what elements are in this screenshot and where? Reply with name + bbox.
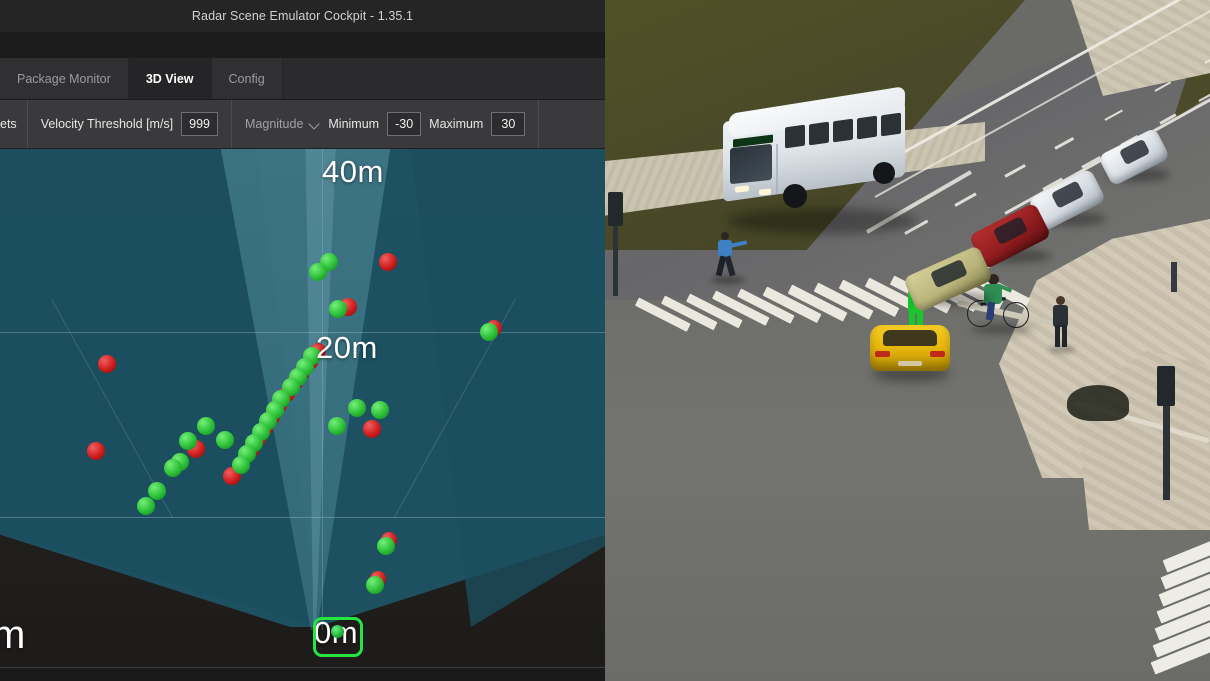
clipped-targets-label: ets bbox=[0, 117, 17, 131]
toolbar-group-velocity: Velocity Threshold [m/s] 999 bbox=[28, 100, 233, 148]
window-footer bbox=[0, 667, 605, 681]
yellow-car-taillight bbox=[930, 351, 945, 357]
radar-detection-point bbox=[232, 456, 250, 474]
pedestrian-right-torso bbox=[1053, 305, 1068, 327]
tab-bar: Package Monitor 3D View Config bbox=[0, 58, 605, 100]
simulation-3d-render[interactable] bbox=[605, 0, 1210, 681]
radar-detection-point bbox=[371, 401, 389, 419]
radar-range-label: 20m bbox=[316, 330, 378, 365]
yellow-car-taillight bbox=[875, 351, 890, 357]
radar-detection-point bbox=[216, 431, 234, 449]
radar-3d-viewport[interactable]: 40m20m0mm bbox=[0, 149, 605, 681]
radar-detection-point bbox=[377, 537, 395, 555]
bus-windshield bbox=[730, 143, 772, 185]
bicycle-wheel-front bbox=[1003, 302, 1029, 328]
toolbar-group-magnitude: Magnitude Minimum -30 Maximum 30 bbox=[232, 100, 540, 148]
tab-3d-view-label: 3D View bbox=[145, 71, 194, 86]
bus-wheel bbox=[873, 162, 895, 184]
minimum-input[interactable]: -30 bbox=[387, 112, 422, 136]
traffic-light-right-head bbox=[1157, 366, 1175, 406]
radar-detection-point bbox=[480, 323, 498, 341]
radar-detection-point bbox=[348, 399, 366, 417]
radar-center-axis bbox=[322, 149, 323, 630]
radar-range-label: m bbox=[0, 613, 26, 657]
radar-detection-point bbox=[366, 576, 384, 594]
bus-shadow bbox=[727, 208, 917, 234]
radar-detection-point bbox=[98, 355, 116, 373]
bus-headlight bbox=[759, 188, 771, 196]
radar-detection-point bbox=[309, 263, 327, 281]
bus-window bbox=[785, 124, 805, 149]
tab-package-monitor-label: Package Monitor bbox=[17, 71, 111, 86]
chevron-down-icon bbox=[309, 119, 320, 130]
yellow-car-rear-window bbox=[883, 330, 937, 346]
bus-window bbox=[881, 112, 901, 136]
bus-window bbox=[833, 118, 853, 143]
radar-detection-point bbox=[179, 432, 197, 450]
range-ring-20m bbox=[0, 517, 605, 518]
traffic-light-left-head bbox=[608, 192, 623, 226]
bus-window bbox=[809, 121, 829, 146]
radar-cockpit-window: Radar Scene Emulator Cockpit - 1.35.1 Pa… bbox=[0, 0, 605, 681]
tab-config-label: Config bbox=[228, 71, 265, 86]
magnitude-select[interactable]: Magnitude bbox=[245, 117, 320, 131]
menu-strip bbox=[0, 33, 605, 58]
tab-package-monitor[interactable]: Package Monitor bbox=[0, 58, 129, 99]
pedestrian-right-leg bbox=[1062, 325, 1067, 347]
maximum-input[interactable]: 30 bbox=[491, 112, 526, 136]
radar-detection-point bbox=[329, 300, 347, 318]
control-toolbar: ets Velocity Threshold [m/s] 999 Magnitu… bbox=[0, 100, 605, 149]
velocity-threshold-input[interactable]: 999 bbox=[181, 112, 219, 136]
bus-window bbox=[857, 115, 877, 140]
range-ring-40m bbox=[0, 332, 605, 333]
toolbar-group-clipped: ets bbox=[0, 100, 28, 148]
title-bar: Radar Scene Emulator Cockpit - 1.35.1 bbox=[0, 0, 605, 33]
pedestrian-right-leg bbox=[1055, 325, 1060, 347]
street-pole bbox=[1171, 262, 1177, 292]
tab-config[interactable]: Config bbox=[211, 58, 283, 99]
radar-detection-point bbox=[137, 497, 155, 515]
pedestrian-head bbox=[721, 232, 729, 240]
radar-detection-point bbox=[363, 420, 381, 438]
minimum-label: Minimum bbox=[328, 117, 380, 131]
corner-vegetation bbox=[1067, 385, 1129, 421]
radar-detection-point bbox=[379, 253, 397, 271]
radar-range-label: 40m bbox=[322, 154, 384, 189]
radar-detection-point bbox=[87, 442, 105, 460]
radar-detection-point bbox=[328, 417, 346, 435]
bus-door-seam bbox=[776, 143, 778, 195]
magnitude-select-label: Magnitude bbox=[245, 117, 304, 131]
yellow-car-plate bbox=[898, 361, 922, 366]
ego-vehicle-dot bbox=[331, 625, 344, 638]
radar-detection-point bbox=[197, 417, 215, 435]
bus-wheel bbox=[783, 184, 807, 208]
pedestrian-shadow bbox=[711, 276, 745, 284]
toolbar-filler bbox=[539, 100, 605, 148]
tab-3d-view[interactable]: 3D View bbox=[128, 58, 212, 99]
application-root: Radar Scene Emulator Cockpit - 1.35.1 Pa… bbox=[0, 0, 1210, 681]
maximum-label: Maximum bbox=[429, 117, 484, 131]
radar-detection-point bbox=[148, 482, 166, 500]
radar-detection-point bbox=[164, 459, 182, 477]
pedestrian-right-shadow bbox=[1049, 346, 1075, 353]
velocity-threshold-label: Velocity Threshold [m/s] bbox=[40, 117, 174, 131]
window-title: Radar Scene Emulator Cockpit - 1.35.1 bbox=[191, 9, 414, 23]
pedestrian-right-head bbox=[1056, 296, 1065, 305]
tab-bar-filler bbox=[282, 58, 605, 99]
